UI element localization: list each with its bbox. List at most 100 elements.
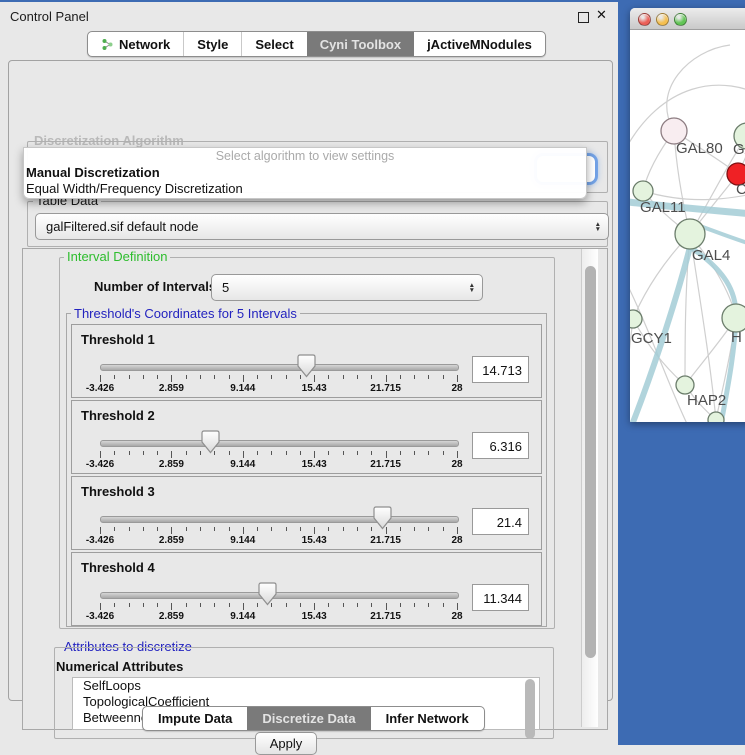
tick-label: 2.859 [159,383,184,394]
node-label: H [731,329,742,346]
table-data-combobox[interactable]: galFiltered.sif default node ▲▼ [35,213,609,240]
threshold-slider-track[interactable] [100,592,459,599]
threshold-label: Threshold 3 [81,484,155,499]
tick-label: 9.144 [230,459,255,470]
tick-label: 2.859 [159,611,184,622]
float-panel-icon[interactable] [578,12,589,23]
network-node[interactable] [722,304,745,332]
scrollbar-thumb[interactable] [585,266,596,658]
network-node[interactable] [708,412,724,422]
threshold-ticks [100,603,457,611]
num-intervals-value: 5 [222,280,229,295]
network-icon [101,38,114,51]
threshold-panel: Threshold 2 -3.426 2.859 9.144 15.43 21.715 2… [71,400,542,474]
close-icon[interactable]: ✕ [596,7,607,23]
threshold-tick-labels: -3.4262.8599.14415.4321.71528 [100,611,457,622]
cyni-toolbox-panel: Discretization Algorithm Select algorith… [8,60,613,701]
tab-infer-network[interactable]: Infer Network [371,707,484,730]
interval-definition-title: Interval Definition [64,249,170,264]
network-view-window[interactable]: GAL80GACGAL11GAL4GCY1HHAP2 [630,8,745,422]
threshold-panel: Threshold 3 -3.4262.8599.14415.4321.7152… [71,476,542,550]
tick-label: 21.715 [370,535,401,546]
tick-label: 9.144 [230,383,255,394]
threshold-slider-track[interactable] [100,440,459,447]
threshold-label: Threshold 2 [81,408,155,423]
tab-label: Cyni Toolbox [320,37,401,52]
attributes-list-scrollbar[interactable] [525,679,535,739]
tick-label: -3.426 [86,535,114,546]
network-node[interactable] [630,310,642,328]
algorithm-option[interactable]: Equal Width/Frequency Discretization [24,181,586,197]
threshold-tick-labels: -3.4262.8599.14415.4321.71528 [100,459,457,470]
stepper-icon: ▲▼ [469,283,482,293]
threshold-slider-track[interactable] [100,516,459,523]
tab-network[interactable]: Network [88,32,183,56]
threshold-value-field[interactable]: 14.713 [472,356,529,383]
threshold-value-field[interactable]: 11.344 [472,584,529,611]
tab-jactivemnodules[interactable]: jActiveMNodules [414,32,545,56]
tab-label: jActiveMNodules [427,37,532,52]
tick-label: 21.715 [370,383,401,394]
network-window-titlebar[interactable] [630,8,745,30]
algorithm-dropdown-popup: Select algorithm to view settings Manual… [23,147,587,199]
algorithm-placeholder-option[interactable]: Select algorithm to view settings [24,148,586,165]
tick-label: 28 [451,611,462,622]
network-node[interactable] [633,181,653,201]
threshold-tick-labels: -3.4262.8599.14415.4321.71528 [100,535,457,546]
tick-label: 15.43 [302,459,327,470]
node-label: GA [733,141,745,158]
tick-label: 28 [451,383,462,394]
tab-label: Network [119,37,170,52]
tick-label: 28 [451,535,462,546]
num-intervals-label: Number of Intervals [94,279,216,294]
vertical-scrollbar[interactable] [581,249,598,727]
list-item[interactable]: SelfLoops [73,678,539,694]
threshold-panel: Threshold 1 -3.4262.8599.14415.4321.7152… [71,324,542,398]
threshold-slider-track[interactable] [100,364,459,371]
network-graph: GAL80GACGAL11GAL4GCY1HHAP2 [630,30,745,422]
threshold-ticks [100,451,457,459]
tick-label: -3.426 [86,459,114,470]
tab-label: Select [255,37,293,52]
tick-label: 21.715 [370,459,401,470]
stepper-icon: ▲▼ [595,222,608,232]
table-data-value: galFiltered.sif default node [46,219,198,234]
threshold-value-field[interactable]: 6.316 [472,432,529,459]
node-label: GAL80 [676,140,723,157]
tick-label: -3.426 [86,611,114,622]
tab-cyni-toolbox[interactable]: Cyni Toolbox [307,32,414,56]
tab-select[interactable]: Select [241,32,306,56]
tab-impute-data[interactable]: Impute Data [143,707,247,730]
close-traffic-light[interactable] [638,13,651,26]
threshold-ticks [100,375,457,383]
algorithm-option[interactable]: Manual Discretization [24,165,586,181]
minimize-traffic-light[interactable] [656,13,669,26]
node-label: GAL11 [640,199,686,216]
tick-label: 15.43 [302,535,327,546]
threshold-value-field[interactable]: 21.4 [472,508,529,535]
zoom-traffic-light[interactable] [674,13,687,26]
network-node[interactable] [675,219,705,249]
tab-label: Style [197,37,228,52]
tick-label: 15.43 [302,383,327,394]
num-intervals-combobox[interactable]: 5 ▲▼ [211,274,483,301]
tick-label: 2.859 [159,535,184,546]
threshold-ticks [100,527,457,535]
network-canvas[interactable]: GAL80GACGAL11GAL4GCY1HHAP2 [630,30,745,422]
node-label: HAP2 [687,392,726,409]
tab-label: Impute Data [158,711,232,726]
tab-label: Infer Network [386,711,469,726]
threshold-tick-labels: -3.4262.8599.14415.4321.71528 [100,383,457,394]
threshold-label: Threshold 4 [81,560,155,575]
thresholds-groupbox: Threshold 1 -3.4262.8599.14415.4321.7152… [66,313,547,627]
tick-label: 9.144 [230,611,255,622]
tab-style[interactable]: Style [183,32,241,56]
tick-label: 28 [451,459,462,470]
apply-button[interactable]: Apply [255,732,317,755]
bottom-tab-bar: Impute Data Discretize Data Infer Network [142,706,485,731]
top-tab-bar: Network Style Select Cyni Toolbox jActiveMNo… [87,31,546,57]
tick-label: 21.715 [370,611,401,622]
tab-discretize-data[interactable]: Discretize Data [247,707,370,730]
panel-title: Control Panel [10,9,89,24]
tick-label: 2.859 [159,459,184,470]
